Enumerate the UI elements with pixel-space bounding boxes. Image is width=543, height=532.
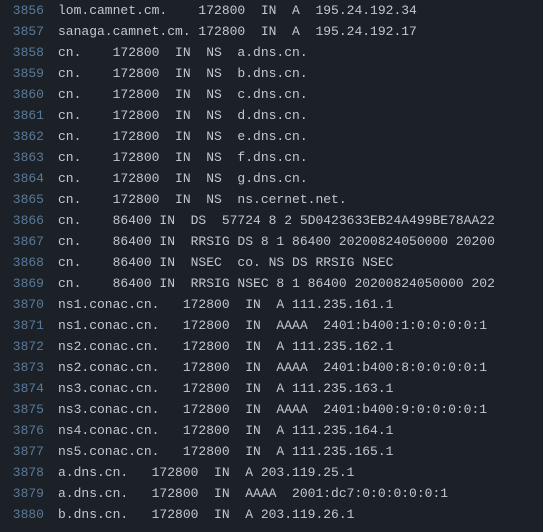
line-number: 3878 bbox=[0, 462, 44, 483]
code-line[interactable]: a.dns.cn. 172800 IN A 203.119.25.1 bbox=[58, 462, 543, 483]
line-number: 3876 bbox=[0, 420, 44, 441]
code-line[interactable]: ns1.conac.cn. 172800 IN A 111.235.161.1 bbox=[58, 294, 543, 315]
line-number: 3872 bbox=[0, 336, 44, 357]
line-number: 3862 bbox=[0, 126, 44, 147]
code-line[interactable]: cn. 86400 IN NSEC co. NS DS RRSIG NSEC bbox=[58, 252, 543, 273]
code-line[interactable]: ns1.conac.cn. 172800 IN AAAA 2401:b400:1… bbox=[58, 315, 543, 336]
code-line[interactable]: cn. 172800 IN NS c.dns.cn. bbox=[58, 84, 543, 105]
line-number: 3871 bbox=[0, 315, 44, 336]
line-number: 3858 bbox=[0, 42, 44, 63]
code-line[interactable]: ns3.conac.cn. 172800 IN AAAA 2401:b400:9… bbox=[58, 399, 543, 420]
line-number: 3869 bbox=[0, 273, 44, 294]
code-line[interactable]: cn. 172800 IN NS d.dns.cn. bbox=[58, 105, 543, 126]
code-line[interactable]: ns2.conac.cn. 172800 IN A 111.235.162.1 bbox=[58, 336, 543, 357]
code-line[interactable]: cn. 86400 IN RRSIG NSEC 8 1 86400 202008… bbox=[58, 273, 543, 294]
line-number: 3867 bbox=[0, 231, 44, 252]
code-line[interactable]: cn. 172800 IN NS e.dns.cn. bbox=[58, 126, 543, 147]
line-number: 3873 bbox=[0, 357, 44, 378]
code-line[interactable]: ns5.conac.cn. 172800 IN A 111.235.165.1 bbox=[58, 441, 543, 462]
line-number: 3880 bbox=[0, 504, 44, 525]
line-number-gutter: 3856385738583859386038613862386338643865… bbox=[0, 0, 58, 532]
code-line[interactable]: cn. 172800 IN NS a.dns.cn. bbox=[58, 42, 543, 63]
line-number: 3859 bbox=[0, 63, 44, 84]
line-number: 3877 bbox=[0, 441, 44, 462]
line-number: 3866 bbox=[0, 210, 44, 231]
code-line[interactable]: cn. 172800 IN NS g.dns.cn. bbox=[58, 168, 543, 189]
line-number: 3864 bbox=[0, 168, 44, 189]
line-number: 3870 bbox=[0, 294, 44, 315]
line-number: 3856 bbox=[0, 0, 44, 21]
code-line[interactable]: ns4.conac.cn. 172800 IN A 111.235.164.1 bbox=[58, 420, 543, 441]
line-number: 3879 bbox=[0, 483, 44, 504]
code-line[interactable]: a.dns.cn. 172800 IN AAAA 2001:dc7:0:0:0:… bbox=[58, 483, 543, 504]
code-line[interactable]: cn. 172800 IN NS b.dns.cn. bbox=[58, 63, 543, 84]
line-number: 3865 bbox=[0, 189, 44, 210]
code-line[interactable]: b.dns.cn. 172800 IN A 203.119.26.1 bbox=[58, 504, 543, 525]
code-line[interactable]: cn. 172800 IN NS f.dns.cn. bbox=[58, 147, 543, 168]
code-line[interactable]: cn. 86400 IN DS 57724 8 2 5D0423633EB24A… bbox=[58, 210, 543, 231]
code-line[interactable]: sanaga.camnet.cm. 172800 IN A 195.24.192… bbox=[58, 21, 543, 42]
code-line[interactable]: lom.camnet.cm. 172800 IN A 195.24.192.34 bbox=[58, 0, 543, 21]
code-editor: 3856385738583859386038613862386338643865… bbox=[0, 0, 543, 532]
code-line[interactable]: cn. 86400 IN RRSIG DS 8 1 86400 20200824… bbox=[58, 231, 543, 252]
line-number: 3861 bbox=[0, 105, 44, 126]
line-number: 3868 bbox=[0, 252, 44, 273]
line-number: 3874 bbox=[0, 378, 44, 399]
line-number: 3857 bbox=[0, 21, 44, 42]
code-line[interactable]: ns2.conac.cn. 172800 IN AAAA 2401:b400:8… bbox=[58, 357, 543, 378]
code-line[interactable]: ns3.conac.cn. 172800 IN A 111.235.163.1 bbox=[58, 378, 543, 399]
code-content[interactable]: lom.camnet.cm. 172800 IN A 195.24.192.34… bbox=[58, 0, 543, 532]
line-number: 3863 bbox=[0, 147, 44, 168]
line-number: 3875 bbox=[0, 399, 44, 420]
code-line[interactable]: cn. 172800 IN NS ns.cernet.net. bbox=[58, 189, 543, 210]
line-number: 3860 bbox=[0, 84, 44, 105]
